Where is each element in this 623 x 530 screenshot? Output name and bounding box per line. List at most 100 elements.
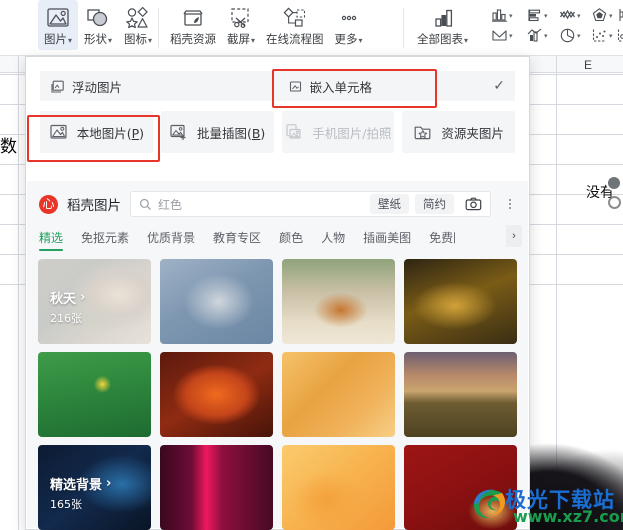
- source-button-batch-insert[interactable]: 批量插图(B): [160, 111, 274, 153]
- image-tile[interactable]: 精选背景 › 165张: [38, 445, 151, 530]
- ribbon-label: 稻壳资源: [170, 32, 216, 46]
- image-tile-grid: 秋天 › 216张 精选背景 › 165张: [27, 253, 528, 530]
- ribbon-group-insert-media: 图片▾ 形状▾ 图标▾: [38, 0, 158, 55]
- floating-image-icon: [51, 80, 64, 93]
- floating-image-label-wrap: 浮动图片: [50, 77, 122, 96]
- ribbon-label: 更多▾: [334, 32, 363, 46]
- tile-overlay: 秋天 › 216张: [50, 288, 85, 326]
- chart-button-stock[interactable]: [614, 6, 623, 25]
- tab-people[interactable]: 人物: [321, 225, 345, 253]
- image-tile[interactable]: [38, 352, 151, 437]
- chart-button-area[interactable]: ▾: [489, 26, 515, 45]
- ribbon-button-more[interactable]: 更多▾: [329, 0, 369, 50]
- more-vertical-icon[interactable]: [500, 199, 516, 209]
- docer-logo-glyph: 心: [42, 197, 55, 211]
- watermark-url: www.xz7.com: [513, 507, 623, 526]
- ribbon-label: 全部图表▾: [417, 32, 469, 46]
- chart-button-bubble[interactable]: [614, 26, 623, 45]
- area-chart-icon: [492, 30, 507, 41]
- image-tile[interactable]: [160, 352, 273, 437]
- bubble-chart-icon: [617, 29, 623, 42]
- docer-category-tabs: 精选 免抠元素 优质背景 教育专区 颜色 人物 插画美图 免费图 ›: [27, 223, 528, 253]
- scatter-chart-icon: [592, 29, 606, 42]
- tab-featured[interactable]: 精选: [39, 225, 64, 253]
- image-tile[interactable]: [282, 352, 395, 437]
- image-tile[interactable]: 秋天 › 216张: [38, 259, 151, 344]
- chart-button-column[interactable]: ▾: [489, 6, 515, 25]
- cell-value-number: 数: [0, 137, 17, 157]
- chevron-right-icon: ›: [106, 476, 112, 491]
- ribbon-button-icons[interactable]: 图标▾: [118, 0, 158, 50]
- docer-resource-icon: [180, 4, 206, 32]
- camera-search-button[interactable]: [460, 194, 486, 214]
- chart-button-line[interactable]: ▾: [557, 6, 583, 25]
- ribbon-label: 在线流程图: [266, 32, 324, 46]
- cursor-ring: [608, 196, 621, 209]
- source-button-phone-photo[interactable]: 手机图片/拍照: [281, 111, 395, 153]
- chart-button-scatter[interactable]: ▾: [589, 26, 615, 45]
- tile-count: 216张: [50, 312, 82, 325]
- pie-chart-icon: [560, 28, 575, 43]
- ribbon-button-flowchart[interactable]: 在线流程图: [261, 0, 329, 48]
- insert-mode-embedded[interactable]: 嵌入单元格 ✓: [277, 71, 515, 101]
- ribbon-label: 截屏▾: [226, 32, 255, 46]
- ribbon-button-docer-resource[interactable]: 稻壳资源: [165, 0, 221, 48]
- check-icon: ✓: [493, 78, 505, 94]
- search-input[interactable]: [158, 197, 364, 211]
- insert-mode-floating[interactable]: 浮动图片: [40, 71, 278, 101]
- chart-button-pie[interactable]: ▾: [557, 26, 583, 45]
- insert-mode-floating-label: 浮动图片: [72, 79, 123, 95]
- chart-type-column: ▾ ▾: [524, 6, 550, 45]
- search-tag-wallpaper[interactable]: 壁纸: [370, 194, 409, 214]
- docer-header: 心 稻壳图片 壁纸 简约: [27, 181, 528, 223]
- tab-education-zone[interactable]: 教育专区: [213, 225, 261, 253]
- phone-photo-icon: [286, 124, 301, 139]
- ribbon-button-shapes[interactable]: 形状▾: [78, 0, 118, 50]
- camera-icon: [465, 197, 481, 211]
- chart-button-combo[interactable]: ▾: [524, 26, 550, 45]
- icons-icon: [124, 4, 152, 32]
- docer-search-bar[interactable]: 壁纸 简约: [130, 191, 491, 217]
- source-button-label: 本地图片(P): [76, 125, 145, 141]
- chart-button-radar[interactable]: ▾: [589, 6, 615, 25]
- docer-image-section: 心 稻壳图片 壁纸 简约: [27, 181, 528, 530]
- docer-title: 稻壳图片: [67, 198, 121, 214]
- search-tag-simple[interactable]: 简约: [415, 194, 454, 214]
- watermark-logo-icon: [473, 489, 506, 519]
- ribbon-button-picture[interactable]: 图片▾: [38, 0, 78, 50]
- chart-button-bar[interactable]: ▾: [524, 6, 550, 25]
- tab-illustration[interactable]: 插画美图: [363, 225, 411, 253]
- image-tile[interactable]: [160, 259, 273, 344]
- image-tile[interactable]: [160, 445, 273, 530]
- tabs-next-arrow-button[interactable]: ›: [506, 225, 522, 247]
- source-button-resource-folder[interactable]: 资源夹图片: [402, 111, 515, 153]
- image-tile[interactable]: [404, 352, 517, 437]
- search-icon: [139, 198, 152, 210]
- flowchart-icon: [282, 4, 308, 32]
- source-button-local-picture[interactable]: 本地图片(P): [40, 111, 153, 153]
- ribbon-button-all-charts[interactable]: 全部图表▾: [412, 0, 473, 50]
- ribbon-label: 形状▾: [83, 32, 112, 46]
- tile-title-wrap: 精选背景 ›: [50, 476, 112, 493]
- ribbon-button-screenshot[interactable]: 截屏▾: [221, 0, 261, 50]
- application-window: E 数 没有 图片▾ 形状▾ 图标▾ 稻壳资源 截屏▾ 在线流程图 更多▾ 全部…: [0, 0, 623, 530]
- tab-cutout-elements[interactable]: 免抠元素: [81, 225, 129, 253]
- tile-title-wrap: 秋天 ›: [50, 290, 86, 307]
- tab-free-images[interactable]: 免费图: [429, 225, 455, 253]
- ribbon-group-charts: 全部图表▾: [412, 0, 473, 55]
- shapes-icon: [85, 4, 111, 32]
- embed-cell-label-wrap: 嵌入单元格: [288, 77, 372, 96]
- tab-color[interactable]: 颜色: [279, 225, 303, 253]
- ribbon-separator: [403, 8, 404, 48]
- source-button-label: 资源夹图片: [441, 125, 504, 141]
- tab-quality-background[interactable]: 优质背景: [147, 225, 195, 253]
- image-tile[interactable]: [282, 445, 395, 530]
- image-tile[interactable]: [282, 259, 395, 344]
- embed-cell-icon: [289, 80, 301, 92]
- image-tile[interactable]: [404, 259, 517, 344]
- docer-logo-icon: 心: [39, 194, 58, 214]
- grid-vline: [18, 56, 19, 530]
- picture-icon: [45, 4, 71, 32]
- combo-chart-icon: [527, 28, 542, 42]
- tile-count: 165张: [50, 498, 82, 511]
